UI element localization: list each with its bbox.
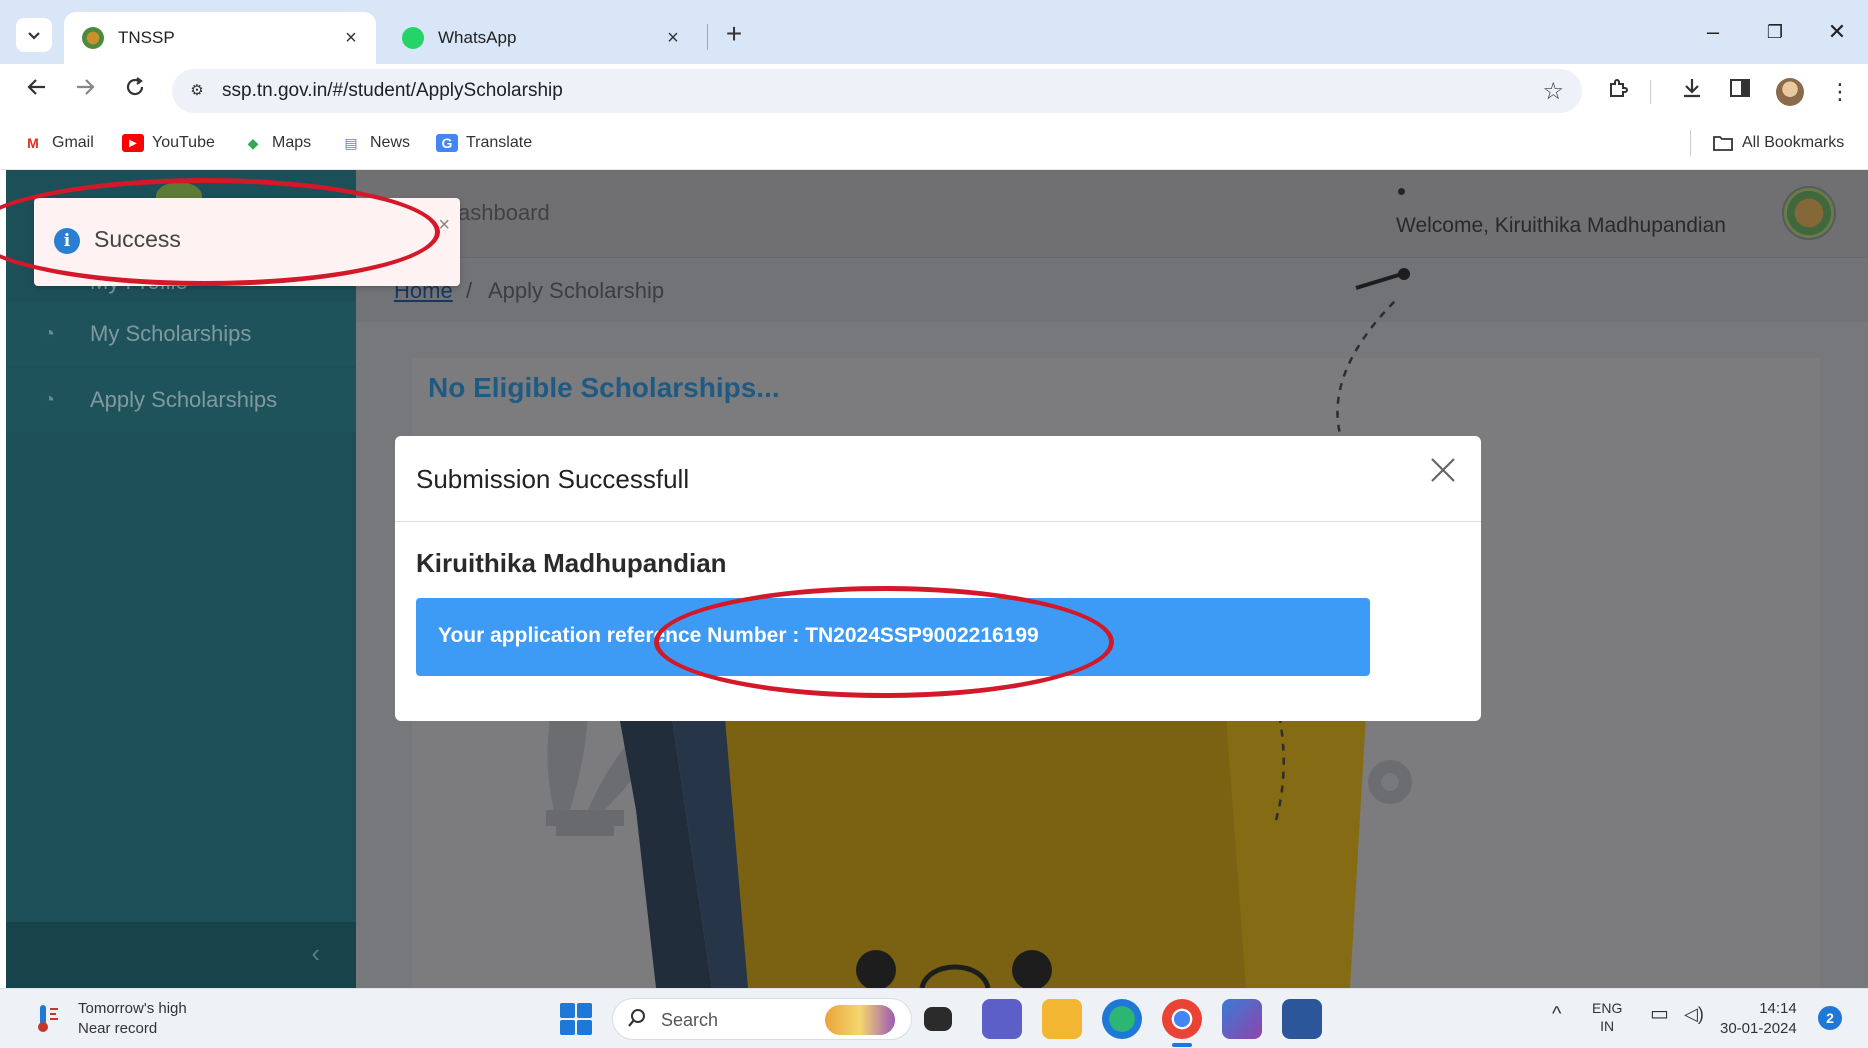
- sidebar: ◔ My Profile ◔ My Scholarships ◔ Apply S…: [6, 170, 356, 988]
- address-bar[interactable]: ⚙ ssp.tn.gov.in/#/student/ApplyScholarsh…: [172, 69, 1582, 113]
- notification-badge[interactable]: 2: [1818, 1006, 1842, 1030]
- tray-overflow-chevron-icon[interactable]: ^: [1552, 1004, 1561, 1024]
- toast-message: Success: [94, 226, 181, 252]
- dashboard-gauge-icon: ◔: [42, 322, 56, 345]
- forward-button[interactable]: [68, 74, 102, 108]
- tab-whatsapp[interactable]: WhatsApp ×: [384, 12, 698, 64]
- restore-button[interactable]: ❐: [1750, 14, 1800, 50]
- bookmark-news[interactable]: ▤ News: [340, 130, 410, 156]
- maps-icon: ◆: [247, 134, 259, 151]
- screen: TNSSP × WhatsApp × + – ❐ ✕ ⚙ ssp.tn.gov.…: [0, 0, 1868, 1048]
- dialog-close-icon[interactable]: [1423, 452, 1463, 492]
- submission-dialog: Submission Successfull Kiruithika Madhup…: [395, 436, 1481, 721]
- copilot-icon[interactable]: [1222, 999, 1262, 1039]
- reference-number-banner: Your application reference Number : TN20…: [416, 598, 1370, 676]
- gmail-icon: M: [27, 135, 39, 151]
- whatsapp-icon: [402, 27, 424, 49]
- side-panel-icon[interactable]: [1724, 76, 1756, 108]
- extensions-puzzle-icon[interactable]: [1602, 76, 1634, 108]
- bookmarks-bar: M Gmail ▶ YouTube ◆ Maps ▤ News G Transl…: [0, 118, 1868, 170]
- youtube-icon: ▶: [122, 134, 144, 152]
- browser-tabstrip: TNSSP × WhatsApp × + – ❐ ✕: [0, 0, 1868, 64]
- network-icon[interactable]: ▭: [1650, 1004, 1669, 1024]
- search-highlight-graphic: [825, 1005, 895, 1035]
- download-icon[interactable]: [1676, 76, 1708, 108]
- sidebar-item-my-scholarships[interactable]: ◔ My Scholarships: [6, 302, 356, 366]
- toast-close-icon[interactable]: ×: [438, 214, 450, 237]
- weather-widget[interactable]: Tomorrow's high Near record: [36, 999, 187, 1039]
- tab-tnssp[interactable]: TNSSP ×: [64, 12, 376, 64]
- reference-number-text: Your application reference Number : TN20…: [438, 624, 1039, 647]
- url-text[interactable]: ssp.tn.gov.in/#/student/ApplyScholarship: [222, 80, 563, 102]
- tab-search-button[interactable]: [16, 18, 52, 52]
- tab-separator: [707, 24, 708, 50]
- back-button[interactable]: [20, 74, 54, 108]
- dashboard-gauge-icon: ◔: [42, 388, 56, 411]
- os-taskbar: Tomorrow's high Near record Search ^ ENG…: [0, 988, 1868, 1048]
- thermometer-icon: [36, 1003, 64, 1035]
- task-view-icon[interactable]: [924, 1007, 952, 1031]
- chrome-active-indicator: [1172, 1043, 1192, 1047]
- reload-icon: [126, 77, 144, 96]
- tab-close-icon[interactable]: ×: [662, 27, 684, 50]
- bookmark-translate[interactable]: G Translate: [436, 130, 532, 156]
- chevron-down-icon: [28, 32, 40, 40]
- translate-icon: G: [436, 134, 458, 152]
- tnssp-emblem-icon: [82, 27, 104, 49]
- folder-icon: [1712, 134, 1734, 152]
- chrome-icon[interactable]: [1162, 999, 1202, 1039]
- bookmark-maps[interactable]: ◆ Maps: [242, 130, 312, 156]
- bookmark-star-icon[interactable]: ☆: [1542, 77, 1564, 106]
- site-info-icon[interactable]: ⚙: [184, 78, 210, 104]
- arrow-left-icon: [27, 79, 45, 95]
- sidebar-item-apply-scholarships[interactable]: ◔ Apply Scholarships: [6, 368, 356, 432]
- browser-menu-icon[interactable]: ⋮: [1824, 76, 1856, 108]
- tab-title: WhatsApp: [438, 28, 517, 47]
- sidebar-footer: ‹: [6, 922, 356, 988]
- profile-avatar[interactable]: [1776, 78, 1804, 106]
- reload-button[interactable]: [118, 74, 152, 108]
- windows-start-icon[interactable]: [560, 1003, 592, 1035]
- dialog-title: Submission Successfull: [416, 464, 690, 494]
- new-tab-button[interactable]: +: [716, 16, 752, 52]
- bookmark-youtube[interactable]: ▶ YouTube: [122, 130, 215, 156]
- search-icon: [627, 1008, 647, 1034]
- all-bookmarks-button[interactable]: All Bookmarks: [1712, 130, 1844, 156]
- bookmarks-separator: [1690, 130, 1691, 156]
- teams-icon[interactable]: [982, 999, 1022, 1039]
- student-name: Kiruithika Madhupandian: [416, 548, 727, 578]
- taskbar-search[interactable]: Search: [612, 998, 912, 1040]
- info-icon: i: [54, 228, 80, 254]
- tab-title: TNSSP: [118, 28, 175, 47]
- system-clock[interactable]: 14:14 30-01-2024: [1720, 999, 1797, 1039]
- success-toast: i Success ×: [34, 198, 460, 286]
- word-icon[interactable]: [1282, 999, 1322, 1039]
- arrow-right-icon: [77, 79, 95, 95]
- news-icon: ▤: [344, 134, 358, 151]
- collapse-sidebar-icon[interactable]: ‹: [311, 938, 320, 969]
- volume-icon[interactable]: ◁): [1684, 1005, 1704, 1023]
- dialog-divider: [395, 521, 1481, 522]
- toolbar-separator: [1650, 80, 1651, 104]
- taskbar-search-placeholder: Search: [661, 1010, 719, 1030]
- language-indicator[interactable]: ENG IN: [1592, 999, 1622, 1035]
- bookmark-gmail[interactable]: M Gmail: [22, 130, 94, 156]
- edge-icon[interactable]: [1102, 999, 1142, 1039]
- weather-text: Tomorrow's high Near record: [78, 1000, 187, 1037]
- minimize-button[interactable]: –: [1688, 14, 1738, 50]
- file-explorer-icon[interactable]: [1042, 999, 1082, 1039]
- tab-close-icon[interactable]: ×: [340, 27, 362, 50]
- browser-toolbar: ⚙ ssp.tn.gov.in/#/student/ApplyScholarsh…: [0, 64, 1868, 118]
- window-close-button[interactable]: ✕: [1812, 14, 1862, 50]
